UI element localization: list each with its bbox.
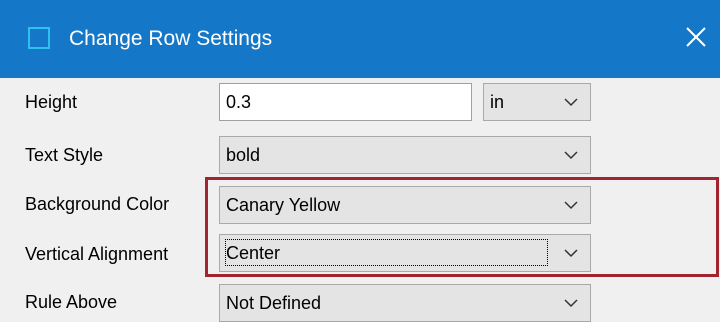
vertical-alignment-label: Vertical Alignment	[25, 244, 169, 264]
text-style-select[interactable]: bold	[219, 136, 591, 174]
chevron-down-icon	[564, 151, 578, 160]
close-icon[interactable]	[681, 22, 711, 52]
text-style-label: Text Style	[25, 145, 104, 165]
height-value: 0.3	[226, 92, 252, 112]
window-icon	[28, 27, 50, 49]
rule-above-select[interactable]: Not Defined	[219, 284, 591, 322]
background-color-label: Background Color	[25, 194, 170, 214]
dialog-title: Change Row Settings	[69, 27, 273, 50]
rule-above-label: Rule Above	[25, 292, 118, 312]
height-unit-select[interactable]: in	[483, 83, 591, 121]
title-bar: Change Row Settings	[0, 0, 720, 78]
height-unit-value: in	[490, 92, 505, 112]
text-style-value: bold	[226, 145, 261, 165]
chevron-down-icon	[564, 299, 578, 308]
height-input[interactable]: 0.3	[219, 83, 472, 121]
height-label: Height	[25, 92, 78, 112]
chevron-down-icon	[564, 98, 578, 107]
highlight-box	[205, 177, 719, 277]
rule-above-value: Not Defined	[226, 293, 322, 313]
